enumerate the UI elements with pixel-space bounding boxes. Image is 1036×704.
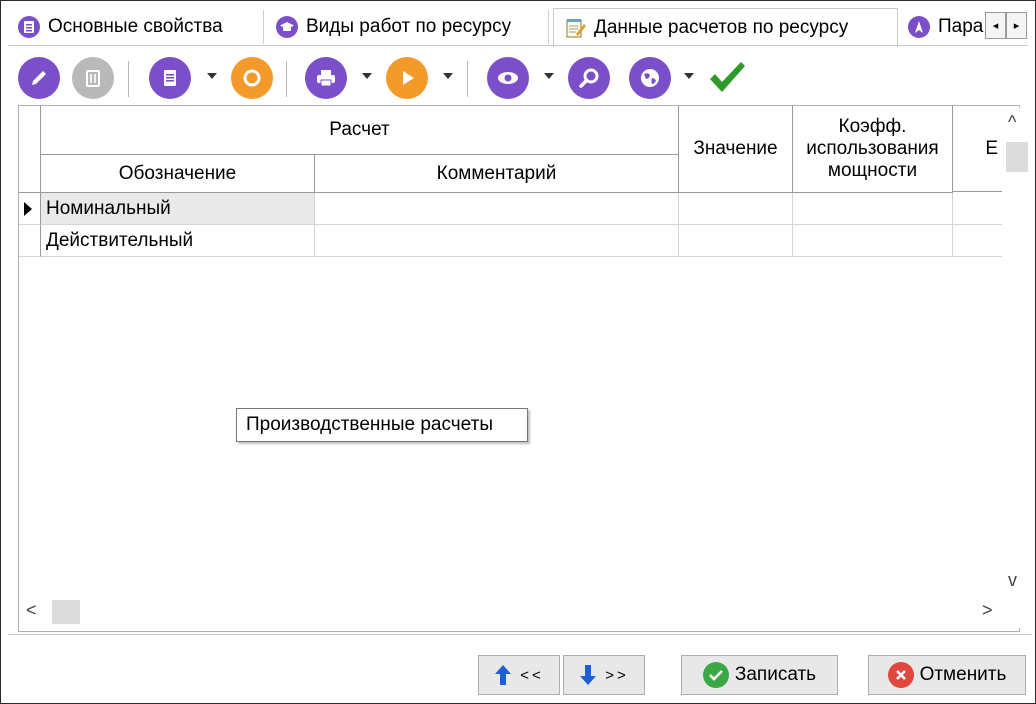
tab-work-types[interactable]: Виды работ по ресурсу bbox=[266, 10, 549, 44]
compass-icon bbox=[908, 16, 930, 38]
footer-divider bbox=[8, 634, 1032, 635]
header-label: Е bbox=[985, 137, 998, 159]
tooltip-text: Производственные расчеты bbox=[246, 414, 493, 435]
print-dropdown-icon[interactable] bbox=[362, 73, 372, 79]
view-icon[interactable] bbox=[487, 57, 529, 99]
tab-strip: Основные свойства Виды работ по ресурсу … bbox=[8, 8, 1034, 47]
calculation-grid[interactable]: Расчет Обозначение Комментарий Значение … bbox=[18, 105, 1020, 632]
header-label: Обозначение bbox=[118, 162, 237, 184]
edit-icon[interactable] bbox=[18, 57, 60, 99]
cell-text: Действительный bbox=[46, 229, 194, 251]
tooltip: Производственные расчеты bbox=[236, 408, 528, 442]
arrow-left-icon: ◂ bbox=[992, 20, 999, 32]
column-header-capacity-coefficient[interactable]: Коэфф. использования мощности bbox=[793, 106, 953, 193]
button-label: Отменить bbox=[919, 664, 1007, 685]
horizontal-scroll-thumb[interactable] bbox=[52, 600, 80, 624]
group-header-calculation: Расчет bbox=[41, 106, 679, 155]
tab-label: Пара bbox=[938, 16, 984, 37]
toolbar-separator bbox=[286, 61, 287, 97]
cell-value[interactable] bbox=[679, 193, 793, 225]
tab-label: Данные расчетов по ресурсу bbox=[594, 17, 849, 38]
button-label: >> bbox=[605, 666, 629, 684]
arrow-right-icon: ▸ bbox=[1013, 20, 1020, 32]
print-icon[interactable] bbox=[305, 57, 347, 99]
cell-comment[interactable] bbox=[315, 193, 679, 225]
header-label: Расчет bbox=[329, 119, 390, 140]
notepad-icon bbox=[564, 17, 586, 39]
column-header-extra[interactable]: Е bbox=[953, 106, 1002, 192]
row-indicator-header bbox=[19, 106, 41, 193]
toolbar-separator bbox=[467, 61, 468, 97]
vertical-scrollbar[interactable]: ^ v bbox=[1002, 108, 1032, 628]
cell-extra[interactable] bbox=[953, 193, 1002, 225]
button-label: << bbox=[520, 666, 544, 684]
arrow-up-icon bbox=[495, 665, 512, 685]
globe-dropdown-icon[interactable] bbox=[684, 73, 694, 79]
cell-comment[interactable] bbox=[315, 225, 679, 257]
toolbar bbox=[18, 55, 1018, 103]
globe-icon[interactable] bbox=[629, 57, 671, 99]
document-list-icon bbox=[18, 16, 40, 38]
tab-scroll-left-button[interactable]: ◂ bbox=[985, 12, 1006, 39]
next-button[interactable]: >> bbox=[563, 655, 645, 695]
play-icon[interactable] bbox=[386, 57, 428, 99]
view-dropdown-icon[interactable] bbox=[544, 73, 554, 79]
search-icon[interactable] bbox=[568, 57, 610, 99]
header-label: Коэфф. использования мощности bbox=[806, 116, 939, 181]
vertical-scroll-thumb[interactable] bbox=[1006, 142, 1028, 172]
horizontal-scrollbar[interactable]: < > bbox=[20, 598, 1002, 628]
header-label: Значение bbox=[693, 138, 778, 159]
button-label: Записать bbox=[734, 664, 817, 685]
checkmark-icon[interactable] bbox=[706, 57, 748, 99]
column-header-designation[interactable]: Обозначение bbox=[41, 155, 315, 193]
current-row-arrow-icon bbox=[24, 201, 32, 216]
graduation-cap-icon bbox=[276, 16, 298, 38]
scroll-left-icon[interactable]: < bbox=[26, 600, 37, 621]
cell-extra[interactable] bbox=[953, 225, 1002, 257]
check-circle-icon bbox=[702, 662, 729, 688]
cell-capacity[interactable] bbox=[793, 225, 953, 257]
tab-calculation-data[interactable]: Данные расчетов по ресурсу bbox=[553, 8, 898, 47]
tab-scroll-right-button[interactable]: ▸ bbox=[1006, 12, 1027, 39]
cell-capacity[interactable] bbox=[793, 193, 953, 225]
scroll-right-icon[interactable]: > bbox=[982, 600, 993, 621]
refresh-icon[interactable] bbox=[231, 57, 273, 99]
cell-text: Номинальный bbox=[46, 197, 171, 219]
scroll-down-icon[interactable]: v bbox=[1008, 570, 1017, 591]
scroll-up-icon[interactable]: ^ bbox=[1008, 112, 1016, 133]
row-indicator[interactable] bbox=[19, 193, 41, 225]
column-header-value[interactable]: Значение bbox=[679, 106, 793, 193]
delete-icon[interactable] bbox=[72, 57, 114, 99]
tab-underline bbox=[8, 45, 1028, 46]
tab-label: Виды работ по ресурсу bbox=[306, 16, 512, 37]
header-label: Комментарий bbox=[436, 162, 557, 184]
row-indicator[interactable] bbox=[19, 225, 41, 257]
close-circle-icon bbox=[887, 662, 914, 688]
toolbar-separator bbox=[128, 61, 129, 97]
cell-designation[interactable]: Номинальный bbox=[41, 193, 315, 225]
tab-label: Основные свойства bbox=[48, 16, 223, 37]
arrow-down-icon bbox=[580, 665, 597, 685]
tab-main-properties[interactable]: Основные свойства bbox=[8, 10, 264, 44]
document-dropdown-icon[interactable] bbox=[207, 73, 217, 79]
document-icon[interactable] bbox=[149, 57, 191, 99]
tab-parameters[interactable]: Пара bbox=[898, 10, 984, 44]
save-button[interactable]: Записать bbox=[681, 655, 838, 695]
cell-value[interactable] bbox=[679, 225, 793, 257]
column-header-comment[interactable]: Комментарий bbox=[315, 155, 679, 193]
play-dropdown-icon[interactable] bbox=[443, 73, 453, 79]
cancel-button[interactable]: Отменить bbox=[868, 655, 1026, 695]
cell-designation[interactable]: Действительный bbox=[41, 225, 315, 257]
previous-button[interactable]: << bbox=[478, 655, 560, 695]
